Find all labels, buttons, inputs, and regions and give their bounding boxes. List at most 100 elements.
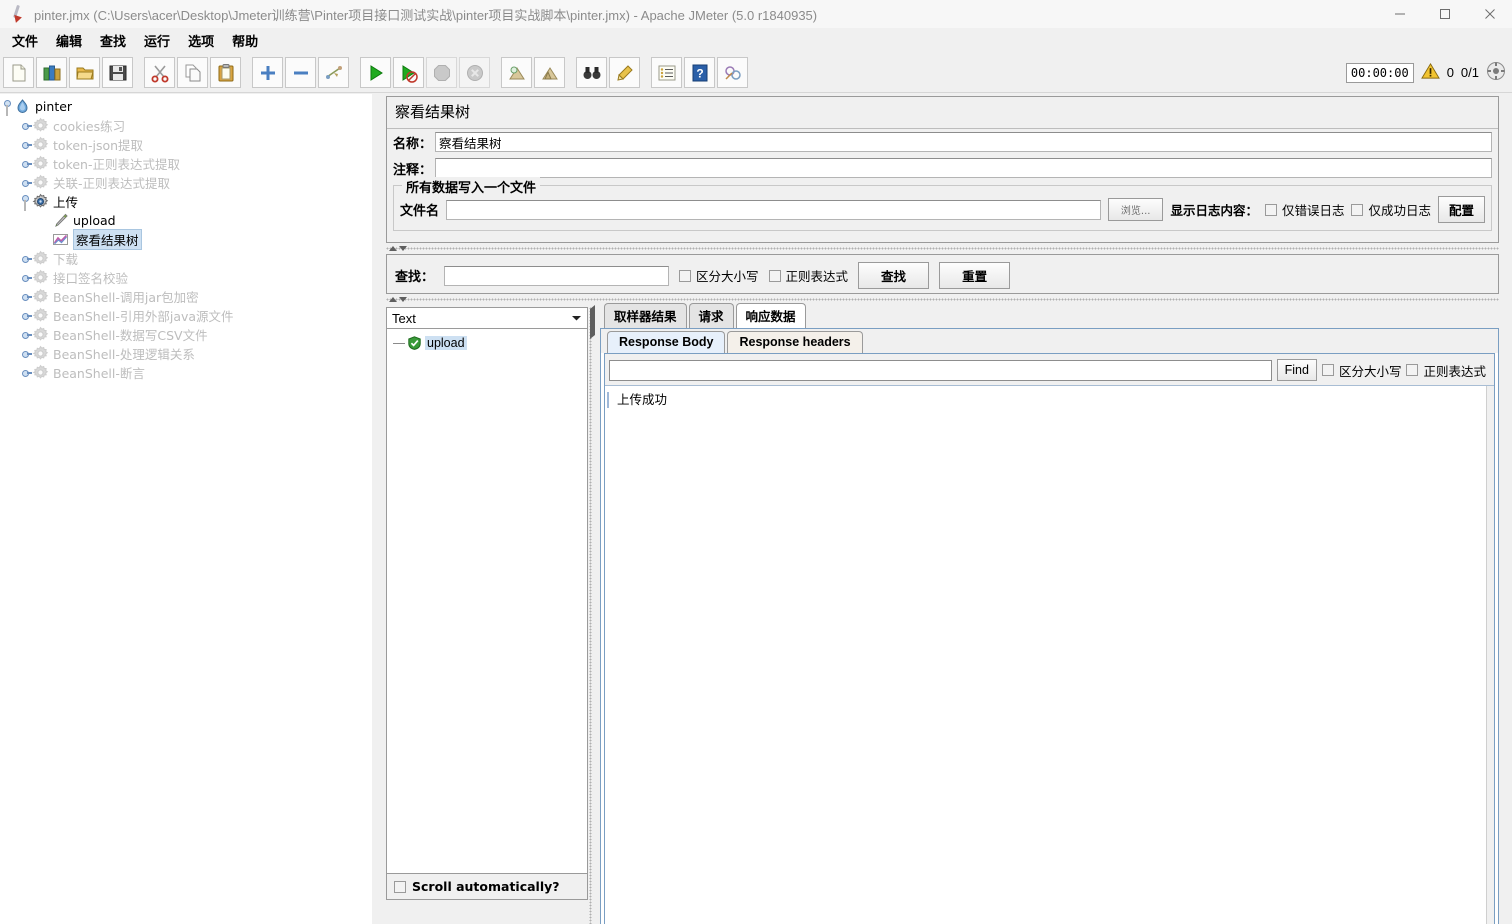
- splitter-arrows[interactable]: [389, 295, 407, 302]
- tree-node-root[interactable]: pinter: [0, 97, 372, 116]
- expand-toggle-icon[interactable]: [20, 363, 32, 382]
- undo-redo-icon[interactable]: [717, 57, 748, 88]
- find-case-sensitive-box[interactable]: [1321, 364, 1334, 376]
- expand-toggle-icon[interactable]: [20, 192, 32, 211]
- expand-toggle-icon[interactable]: [20, 135, 32, 154]
- expand-toggle-icon[interactable]: [20, 306, 32, 325]
- find-input[interactable]: [609, 359, 1272, 381]
- search-button[interactable]: 查找: [858, 262, 930, 289]
- templates-icon[interactable]: [36, 57, 67, 88]
- search-input[interactable]: [444, 265, 670, 286]
- comment-input[interactable]: [435, 158, 1492, 178]
- tree-node-upload-group[interactable]: 上传: [0, 192, 372, 211]
- clear-all-icon[interactable]: [534, 57, 565, 88]
- horizontal-splitter-bottom[interactable]: [386, 295, 1499, 304]
- response-scrollbar[interactable]: [1486, 386, 1494, 924]
- expand-toggle-icon[interactable]: [20, 249, 32, 268]
- tree-node-sign-verify[interactable]: 接口签名校验: [0, 268, 372, 287]
- search-case-sensitive-box[interactable]: [679, 269, 692, 282]
- chevron-down-icon[interactable]: [567, 309, 585, 327]
- expand-all-icon[interactable]: [252, 57, 283, 88]
- menu-run[interactable]: 运行: [135, 28, 179, 53]
- tab-response-headers[interactable]: Response headers: [727, 331, 863, 353]
- response-body-text-area[interactable]: 上传成功: [605, 385, 1494, 924]
- splitter-arrows[interactable]: [389, 244, 407, 251]
- find-case-sensitive-checkbox[interactable]: 区分大小写: [1321, 361, 1401, 380]
- find-button[interactable]: Find: [1276, 359, 1317, 381]
- scroll-automatically-row[interactable]: Scroll automatically?: [386, 874, 588, 900]
- menu-search[interactable]: 查找: [91, 28, 135, 53]
- tree-node-token-json[interactable]: token-json提取: [0, 135, 372, 154]
- tree-node-beanshell-jar[interactable]: BeanShell-调用jar包加密: [0, 287, 372, 306]
- reset-search-icon[interactable]: [609, 57, 640, 88]
- search-case-sensitive-checkbox[interactable]: 区分大小写: [679, 266, 759, 285]
- sample-results-list[interactable]: upload: [386, 329, 588, 874]
- tree-node-beanshell-csv[interactable]: BeanShell-数据写CSV文件: [0, 325, 372, 344]
- cut-icon[interactable]: [144, 57, 175, 88]
- tree-node-cookies[interactable]: cookies练习: [0, 116, 372, 135]
- help-icon[interactable]: ?: [684, 57, 715, 88]
- expand-toggle-icon[interactable]: [20, 154, 32, 173]
- tab-response-body[interactable]: Response Body: [607, 331, 726, 353]
- browse-button[interactable]: 浏览...: [1107, 198, 1164, 221]
- tree-node-correlation-regex[interactable]: 关联-正则表达式提取: [0, 173, 372, 192]
- start-no-pause-icon[interactable]: [393, 57, 424, 88]
- minimize-button[interactable]: [1377, 0, 1422, 28]
- success-only-box[interactable]: [1351, 203, 1364, 216]
- open-icon[interactable]: [69, 57, 100, 88]
- maximize-button[interactable]: [1422, 0, 1467, 28]
- toggle-icon[interactable]: [318, 57, 349, 88]
- menu-edit[interactable]: 编辑: [47, 28, 91, 53]
- close-button[interactable]: [1467, 0, 1512, 28]
- vertical-splitter[interactable]: [589, 305, 598, 924]
- search-regexp-checkbox[interactable]: 正则表达式: [768, 266, 848, 285]
- expand-toggle-icon[interactable]: [20, 325, 32, 344]
- test-plan-tree[interactable]: pinter cookies练习 token-json提取 token-正则表达…: [0, 94, 372, 924]
- tab-request[interactable]: 请求: [688, 303, 734, 328]
- splitter-up-icon[interactable]: [389, 297, 397, 302]
- expand-toggle-icon[interactable]: [20, 268, 32, 287]
- splitter-down-icon[interactable]: [399, 246, 407, 251]
- find-regexp-checkbox[interactable]: 正则表达式: [1406, 361, 1486, 380]
- warning-triangle-icon[interactable]: [1420, 62, 1440, 83]
- tree-node-download[interactable]: 下载: [0, 249, 372, 268]
- search-regexp-box[interactable]: [768, 269, 781, 282]
- copy-icon[interactable]: [177, 57, 208, 88]
- tree-node-token-regex[interactable]: token-正则表达式提取: [0, 154, 372, 173]
- splitter-right-icon[interactable]: [590, 317, 595, 339]
- tab-response-data[interactable]: 响应数据: [735, 303, 806, 328]
- filename-input[interactable]: [446, 199, 1101, 220]
- menu-help[interactable]: 帮助: [223, 28, 267, 53]
- expand-toggle-icon[interactable]: [20, 116, 32, 135]
- clear-icon[interactable]: [501, 57, 532, 88]
- tree-node-beanshell-assertion[interactable]: BeanShell-断言: [0, 363, 372, 382]
- tree-node-beanshell-java-src[interactable]: BeanShell-引用外部java源文件: [0, 306, 372, 325]
- configure-button[interactable]: 配置: [1437, 196, 1485, 223]
- expand-toggle-icon[interactable]: [20, 173, 32, 192]
- horizontal-splitter-top[interactable]: [386, 244, 1499, 253]
- new-icon[interactable]: [3, 57, 34, 88]
- expand-toggle-icon[interactable]: [2, 97, 14, 116]
- name-input[interactable]: [435, 132, 1492, 152]
- function-helper-icon[interactable]: [651, 57, 682, 88]
- renderer-select[interactable]: Text: [386, 307, 588, 329]
- reset-button[interactable]: 重置: [939, 262, 1011, 289]
- paste-icon[interactable]: [210, 57, 241, 88]
- scroll-automatically-checkbox[interactable]: [394, 880, 406, 893]
- find-regexp-box[interactable]: [1406, 364, 1419, 376]
- search-icon[interactable]: [576, 57, 607, 88]
- start-icon[interactable]: [360, 57, 391, 88]
- expand-toggle-icon[interactable]: [20, 287, 32, 306]
- splitter-down-icon[interactable]: [399, 297, 407, 302]
- tree-node-view-results-tree[interactable]: 察看结果树: [0, 229, 372, 250]
- tree-node-beanshell-logic[interactable]: BeanShell-处理逻辑关系: [0, 344, 372, 363]
- tree-node-upload-sampler[interactable]: upload: [0, 211, 372, 230]
- expand-toggle-icon[interactable]: [20, 344, 32, 363]
- menu-options[interactable]: 选项: [179, 28, 223, 53]
- list-item[interactable]: upload: [387, 334, 587, 352]
- errors-only-checkbox[interactable]: 仅错误日志: [1264, 200, 1344, 219]
- success-only-checkbox[interactable]: 仅成功日志: [1351, 200, 1431, 219]
- save-icon[interactable]: [102, 57, 133, 88]
- menu-file[interactable]: 文件: [3, 28, 47, 53]
- errors-only-box[interactable]: [1264, 203, 1277, 216]
